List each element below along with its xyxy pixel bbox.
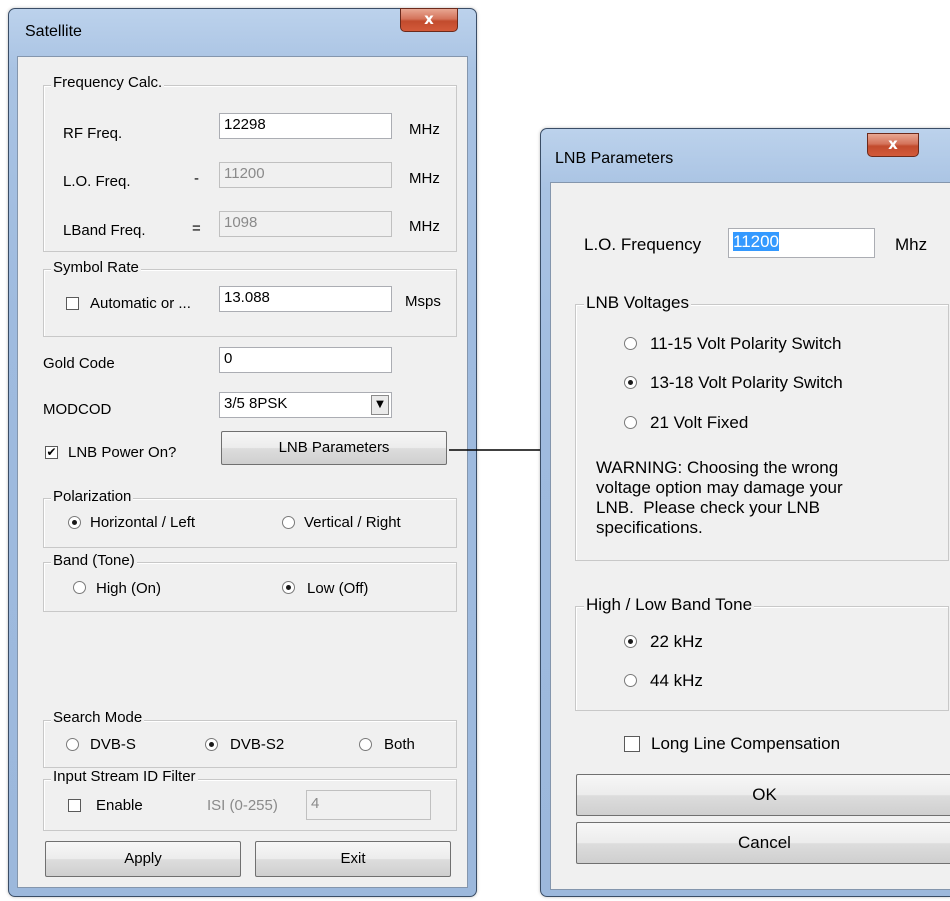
both-radio[interactable] (359, 738, 372, 751)
long-line-label: Long Line Compensation (651, 734, 841, 753)
band-tone-legend: High / Low Band Tone (584, 595, 755, 615)
volt-21-radio[interactable] (624, 416, 637, 429)
rf-label: RF Freq. (63, 125, 123, 142)
dvbs2-label: DVB-S2 (230, 736, 285, 753)
satellite-close-button[interactable]: x (400, 8, 458, 32)
tone-44-radio[interactable] (624, 674, 637, 687)
lnb-close-button[interactable]: x (867, 133, 919, 157)
warning-line: LNB. Please check your LNB (596, 498, 820, 517)
isi-input: 4 (306, 790, 431, 820)
rf-unit: MHz (409, 121, 440, 138)
cancel-button[interactable]: Cancel (576, 822, 950, 864)
modcod-value: 3/5 8PSK (224, 395, 288, 412)
apply-button[interactable]: Apply (45, 841, 241, 877)
lo-label: L.O. Freq. (63, 173, 131, 190)
search-mode-legend: Search Mode (51, 709, 145, 726)
lnb-parameters-button[interactable]: LNB Parameters (221, 431, 447, 465)
modcod-label: MODCOD (43, 401, 112, 418)
close-icon: x (888, 135, 898, 153)
dvbs2-radio[interactable] (205, 738, 218, 751)
dvbs-label: DVB-S (90, 736, 136, 753)
automatic-checkbox[interactable] (66, 297, 79, 310)
volt-13-18-label: 13-18 Volt Polarity Switch (650, 373, 843, 392)
band-high-radio[interactable] (73, 581, 86, 594)
band-high-label: High (On) (96, 580, 162, 597)
lo-unit: MHz (409, 170, 440, 187)
close-icon: x (424, 10, 434, 28)
automatic-label: Automatic or ... (90, 295, 191, 312)
lband-unit: MHz (409, 218, 440, 235)
horizontal-label: Horizontal / Left (90, 514, 196, 531)
lband-freq-input: 1098 (219, 211, 392, 237)
modcod-select[interactable]: 3/5 8PSK ▼ (219, 392, 392, 418)
lo-frequency-value: 11200 (733, 232, 780, 251)
warning-line: voltage option may damage your (596, 478, 843, 497)
band-low-radio[interactable] (282, 581, 295, 594)
lo-frequency-unit: Mhz (895, 235, 928, 254)
dvbs-radio[interactable] (66, 738, 79, 751)
lnb-power-checkbox[interactable]: ✔ (45, 446, 58, 459)
exit-button[interactable]: Exit (255, 841, 451, 877)
lo-frequency-label: L.O. Frequency (584, 235, 702, 254)
lo-freq-input: 11200 (219, 162, 392, 188)
rf-freq-input[interactable]: 12298 (219, 113, 392, 139)
volt-13-18-radio[interactable] (624, 376, 637, 389)
warning-line: WARNING: Choosing the wrong (596, 458, 839, 477)
frequency-legend: Frequency Calc. (51, 74, 165, 91)
symbol-rate-input[interactable]: 13.088 (219, 286, 392, 312)
isi-range-label: ISI (0-255) (207, 797, 278, 814)
both-label: Both (384, 736, 415, 753)
satellite-window: Satellite x Frequency Calc. RF Freq. 122… (8, 8, 477, 897)
gold-code-label: Gold Code (43, 355, 115, 372)
volt-11-15-label: 11-15 Volt Polarity Switch (650, 334, 842, 353)
symbol-rate-unit: Msps (405, 293, 441, 310)
satellite-title: Satellite (25, 23, 82, 40)
band-tone-group (575, 606, 949, 711)
tone-44-label: 44 kHz (650, 671, 703, 690)
isi-enable-label: Enable (96, 797, 143, 814)
lnb-window: LNB Parameters x L.O. Frequency 11200 Mh… (540, 128, 950, 897)
lband-label: LBand Freq. (63, 222, 146, 239)
horizontal-radio[interactable] (68, 516, 81, 529)
long-line-checkbox[interactable] (624, 736, 640, 752)
isi-enable-checkbox[interactable] (68, 799, 81, 812)
vertical-label: Vertical / Right (304, 514, 401, 531)
volt-11-15-radio[interactable] (624, 337, 637, 350)
lo-frequency-input[interactable]: 11200 (728, 228, 875, 258)
warning-line: specifications. (596, 518, 703, 537)
satellite-client: Frequency Calc. RF Freq. 12298 MHz L.O. … (17, 56, 468, 888)
polarization-legend: Polarization (51, 488, 134, 505)
lnb-power-label: LNB Power On? (68, 444, 177, 461)
lnb-client: L.O. Frequency 11200 Mhz LNB Voltages 11… (550, 182, 950, 890)
tone-22-radio[interactable] (624, 635, 637, 648)
ok-button[interactable]: OK (576, 774, 950, 816)
vertical-radio[interactable] (282, 516, 295, 529)
lnb-voltages-legend: LNB Voltages (584, 293, 692, 313)
band-low-label: Low (Off) (307, 580, 369, 597)
symbol-rate-legend: Symbol Rate (51, 259, 141, 276)
gold-code-input[interactable]: 0 (219, 347, 392, 373)
volt-21-label: 21 Volt Fixed (650, 413, 749, 432)
voltage-warning: WARNING: Choosing the wrong voltage opti… (596, 458, 843, 538)
lo-operator: - (194, 170, 199, 187)
tone-22-label: 22 kHz (650, 632, 703, 651)
lnb-title: LNB Parameters (555, 150, 674, 167)
chevron-down-icon[interactable]: ▼ (371, 395, 389, 415)
isi-filter-legend: Input Stream ID Filter (51, 768, 198, 785)
band-legend: Band (Tone) (51, 552, 137, 569)
lband-operator: = (192, 220, 201, 237)
